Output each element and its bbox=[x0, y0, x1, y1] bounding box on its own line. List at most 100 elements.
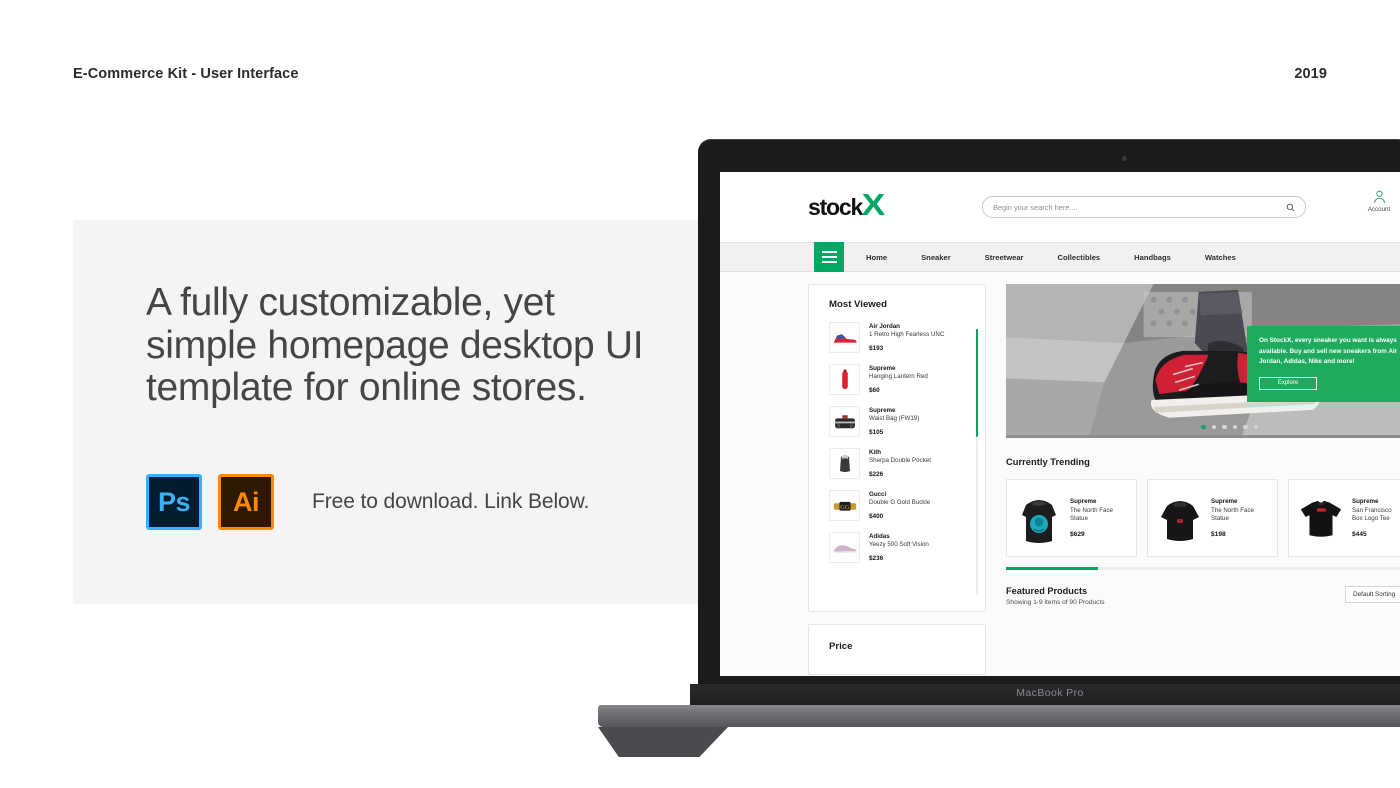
nav-links: Home Sneaker Streetwear Collectibles Han… bbox=[866, 253, 1270, 262]
product-brand: Air Jordan bbox=[869, 323, 900, 330]
carousel-dot-2[interactable] bbox=[1211, 424, 1216, 429]
trending-card[interactable]: Supreme The North Face Statue $629 bbox=[1006, 479, 1137, 557]
most-viewed-panel: Most Viewed Air Jordan 1 Retro High Fear… bbox=[808, 284, 986, 612]
product-brand: Kith bbox=[869, 449, 882, 456]
carousel-dots[interactable] bbox=[1201, 424, 1258, 429]
product-name-line2: Statue bbox=[1070, 515, 1088, 523]
list-item[interactable]: Supreme Waist Bag (FW19) $105 bbox=[829, 406, 969, 437]
nav-item-sneaker[interactable]: Sneaker bbox=[921, 253, 951, 262]
carousel-dot-4[interactable] bbox=[1232, 424, 1237, 429]
product-brand: Supreme bbox=[869, 407, 896, 414]
list-item[interactable]: Supreme Hanging Lantern Red $60 bbox=[829, 364, 969, 395]
trending-progress-bar[interactable] bbox=[1006, 567, 1400, 570]
carousel-dot-5[interactable] bbox=[1243, 424, 1248, 429]
most-viewed-list: Air Jordan 1 Retro High Fearless UNC $19… bbox=[809, 322, 985, 563]
page-headline: A fully customizable, yet simple homepag… bbox=[146, 281, 706, 410]
list-item[interactable]: Adidas Yeezy 500 Soft Vision $236 bbox=[829, 532, 969, 563]
stockx-logo[interactable]: stock X bbox=[808, 189, 885, 221]
product-price: $105 bbox=[869, 429, 884, 437]
nav-item-streetwear[interactable]: Streetwear bbox=[985, 253, 1024, 262]
download-caption: Free to download. Link Below. bbox=[312, 490, 590, 513]
laptop-base bbox=[598, 705, 1400, 727]
logo-text: stock bbox=[808, 194, 863, 220]
product-price: $629 bbox=[1070, 531, 1085, 538]
search-icon[interactable] bbox=[1286, 203, 1295, 212]
price-filter-title: Price bbox=[829, 641, 853, 652]
product-price: $193 bbox=[869, 345, 884, 353]
product-brand: Supreme bbox=[1352, 497, 1379, 505]
product-price: $226 bbox=[869, 471, 884, 479]
svg-text:GG: GG bbox=[840, 503, 850, 510]
hero-promo-text: On StockX, every sneaker you want is alw… bbox=[1259, 337, 1398, 366]
product-image-hoodie-blue bbox=[1015, 489, 1063, 547]
scrollbar-thumb[interactable] bbox=[975, 329, 978, 437]
trending-title: Currently Trending bbox=[1006, 456, 1090, 467]
product-name: Hanging Lantern Red bbox=[869, 373, 928, 381]
product-thumbnail-belt-buckle: GG bbox=[829, 490, 860, 521]
product-thumbnail-lantern bbox=[829, 364, 860, 395]
product-name: 1 Retro High Fearless UNC bbox=[869, 331, 945, 339]
list-item-meta: Gucci Double G Gold Buckle $400 bbox=[869, 490, 930, 520]
product-name-line2: Box Logo Tee bbox=[1352, 515, 1390, 523]
list-item-meta: Air Jordan 1 Retro High Fearless UNC $19… bbox=[869, 322, 944, 352]
explore-button[interactable]: Explore bbox=[1259, 376, 1317, 390]
nav-item-collectibles[interactable]: Collectibles bbox=[1058, 253, 1101, 262]
product-price: $445 bbox=[1352, 531, 1367, 538]
user-icon bbox=[1373, 190, 1385, 204]
nav-item-watches[interactable]: Watches bbox=[1205, 253, 1236, 262]
featured-products-text: Featured Products Showing 1-9 items of 9… bbox=[1006, 586, 1105, 606]
product-brand: Supreme bbox=[869, 365, 896, 372]
hamburger-bar bbox=[821, 251, 837, 254]
laptop-hinge: MacBook Pro bbox=[690, 684, 1400, 706]
device-model-label: MacBook Pro bbox=[1016, 687, 1084, 699]
trending-card[interactable]: Supreme San Francisco Box Logo Tee $445 bbox=[1288, 479, 1400, 557]
laptop-foot bbox=[598, 727, 728, 757]
poster-year: 2019 bbox=[1294, 66, 1327, 82]
list-item[interactable]: Air Jordan 1 Retro High Fearless UNC $19… bbox=[829, 322, 969, 353]
product-price: $198 bbox=[1211, 531, 1226, 538]
illustrator-icon: Ai bbox=[218, 474, 274, 530]
headline-line-3: template for online stores. bbox=[146, 366, 587, 409]
sidebar-scrollbar[interactable] bbox=[975, 329, 978, 595]
product-thumbnail-waist-bag bbox=[829, 406, 860, 437]
nav-item-home[interactable]: Home bbox=[866, 253, 887, 262]
product-price: $400 bbox=[869, 513, 884, 521]
nav-item-handbags[interactable]: Handbags bbox=[1134, 253, 1171, 262]
site-navigation: Home Sneaker Streetwear Collectibles Han… bbox=[720, 242, 1400, 272]
poster-title: E-Commerce Kit - User Interface bbox=[73, 66, 299, 82]
hero-carousel[interactable]: On StockX, every sneaker you want is alw… bbox=[1006, 284, 1400, 438]
trending-carousel: Supreme The North Face Statue $629 Supre… bbox=[1006, 479, 1400, 557]
search-input[interactable]: Begin your search here.... bbox=[982, 196, 1306, 218]
hamburger-bar bbox=[821, 256, 837, 258]
webcam-icon bbox=[1122, 156, 1127, 161]
product-name-line2: Statue bbox=[1211, 515, 1229, 523]
account-button[interactable]: Account bbox=[1356, 190, 1400, 213]
product-name: Sherpa Double Pocket bbox=[869, 457, 931, 465]
sort-dropdown[interactable]: Default Sorting bbox=[1345, 585, 1400, 603]
software-badges: Ps Ai Free to download. Link Below. bbox=[146, 474, 589, 530]
headline-line-1: A fully customizable, yet bbox=[146, 281, 555, 324]
price-filter-panel[interactable]: Price bbox=[808, 624, 986, 675]
featured-products-count: Showing 1-9 items of 90 Products bbox=[1006, 598, 1105, 606]
trending-card-meta: Supreme The North Face Statue $629 bbox=[1063, 498, 1113, 538]
product-image-hoodie-black bbox=[1156, 489, 1204, 547]
list-item[interactable]: GG Gucci Double G Gold Buckle $400 bbox=[829, 490, 969, 521]
carousel-dot-6[interactable] bbox=[1253, 424, 1258, 429]
trending-card-meta: Supreme San Francisco Box Logo Tee $445 bbox=[1345, 498, 1392, 538]
product-name: Double G Gold Buckle bbox=[869, 499, 931, 507]
list-item-meta: Supreme Hanging Lantern Red $60 bbox=[869, 364, 928, 394]
carousel-dot-3[interactable] bbox=[1222, 424, 1227, 429]
featured-products-header: Featured Products Showing 1-9 items of 9… bbox=[1006, 585, 1400, 606]
carousel-dot-1[interactable] bbox=[1201, 424, 1206, 429]
list-item[interactable]: Kith Sherpa Double Pocket $226 bbox=[829, 448, 969, 479]
product-brand: Adidas bbox=[869, 533, 890, 540]
product-brand: Supreme bbox=[1211, 497, 1238, 505]
trending-card[interactable]: Supreme The North Face Statue $198 bbox=[1147, 479, 1278, 557]
product-thumbnail-yeezy bbox=[829, 532, 860, 563]
account-label: Account bbox=[1367, 206, 1391, 213]
list-item-meta: Adidas Yeezy 500 Soft Vision $236 bbox=[869, 532, 929, 562]
product-price: $236 bbox=[869, 555, 884, 563]
hamburger-icon[interactable] bbox=[814, 242, 844, 272]
laptop-screen: stock X Begin your search here.... Accou… bbox=[720, 172, 1400, 676]
product-image-box-logo-tee bbox=[1297, 489, 1345, 547]
